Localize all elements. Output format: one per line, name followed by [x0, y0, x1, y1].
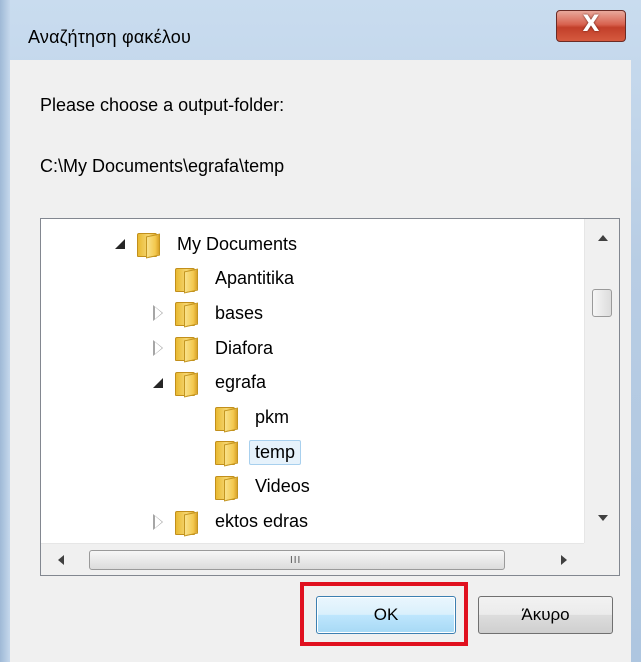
tree-item-label: ektos edras: [215, 511, 309, 532]
tree-item-label: Apantitika: [215, 268, 295, 289]
folder-icon: [175, 334, 199, 363]
scroll-left-arrow-icon[interactable]: [58, 555, 64, 565]
folder-icon: [215, 438, 239, 467]
scroll-right-arrow-icon[interactable]: [561, 555, 567, 565]
tree-item[interactable]: egrafa: [151, 368, 272, 398]
tree-item[interactable]: pkm: [191, 403, 295, 433]
window-left-edge: [0, 0, 10, 662]
expand-arrow-icon[interactable]: [151, 513, 167, 530]
horizontal-scrollbar[interactable]: III: [41, 543, 584, 575]
scrollbar-corner: [584, 543, 619, 575]
folder-icon: [137, 230, 161, 259]
ok-button[interactable]: OK: [316, 596, 456, 634]
tree-item[interactable]: Diafora: [151, 333, 279, 363]
tree-item-label: pkm: [255, 407, 290, 427]
window-title: Αναζήτηση φακέλου: [28, 27, 192, 47]
cancel-button[interactable]: Άκυρο: [478, 596, 613, 634]
tree-item-label: egrafa: [215, 372, 267, 393]
folder-icon: [215, 404, 239, 432]
tree-item[interactable]: My Documents: [113, 229, 303, 259]
tree-item-label: Videos: [255, 476, 310, 497]
tree-item[interactable]: Videos: [191, 472, 316, 502]
folder-icon: [175, 265, 199, 294]
tree-item[interactable]: ektos edras: [151, 507, 314, 537]
scroll-grip: III: [290, 555, 302, 566]
scroll-up-arrow-icon[interactable]: [598, 235, 608, 241]
tree-item[interactable]: bases: [151, 298, 269, 328]
folder-tree-view[interactable]: My Documents Apantitika bases Diafora egrafa…: [40, 218, 620, 576]
title-bar[interactable]: Αναζήτηση φακέλου X: [0, 0, 641, 58]
tree-item-label: bases: [215, 302, 264, 323]
close-icon: X: [582, 12, 600, 37]
collapse-arrow-icon[interactable]: [113, 236, 129, 252]
folder-icon: [175, 508, 199, 537]
horizontal-scroll-thumb[interactable]: III: [89, 550, 505, 570]
tree-item-label: Diafora: [215, 337, 274, 358]
scroll-down-arrow-icon[interactable]: [598, 515, 608, 521]
expand-arrow-icon[interactable]: [151, 340, 167, 357]
vertical-scrollbar[interactable]: [584, 219, 619, 543]
collapse-arrow-icon[interactable]: [151, 375, 167, 391]
folder-icon: [175, 299, 199, 328]
tree-item[interactable]: temp: [191, 437, 302, 467]
folder-icon: [175, 369, 199, 398]
selected-path-label: C:\My Documents\egrafa\temp: [40, 156, 285, 176]
vertical-scroll-thumb[interactable]: [592, 289, 612, 317]
tree-item-label: temp: [249, 439, 302, 465]
expand-arrow-icon[interactable]: [151, 305, 167, 322]
tree-item[interactable]: Apantitika: [151, 264, 300, 294]
close-button[interactable]: X: [556, 10, 626, 42]
folder-icon: [215, 473, 239, 502]
tree-item-label: My Documents: [177, 233, 298, 254]
prompt-label: Please choose a output-folder:: [40, 95, 285, 115]
